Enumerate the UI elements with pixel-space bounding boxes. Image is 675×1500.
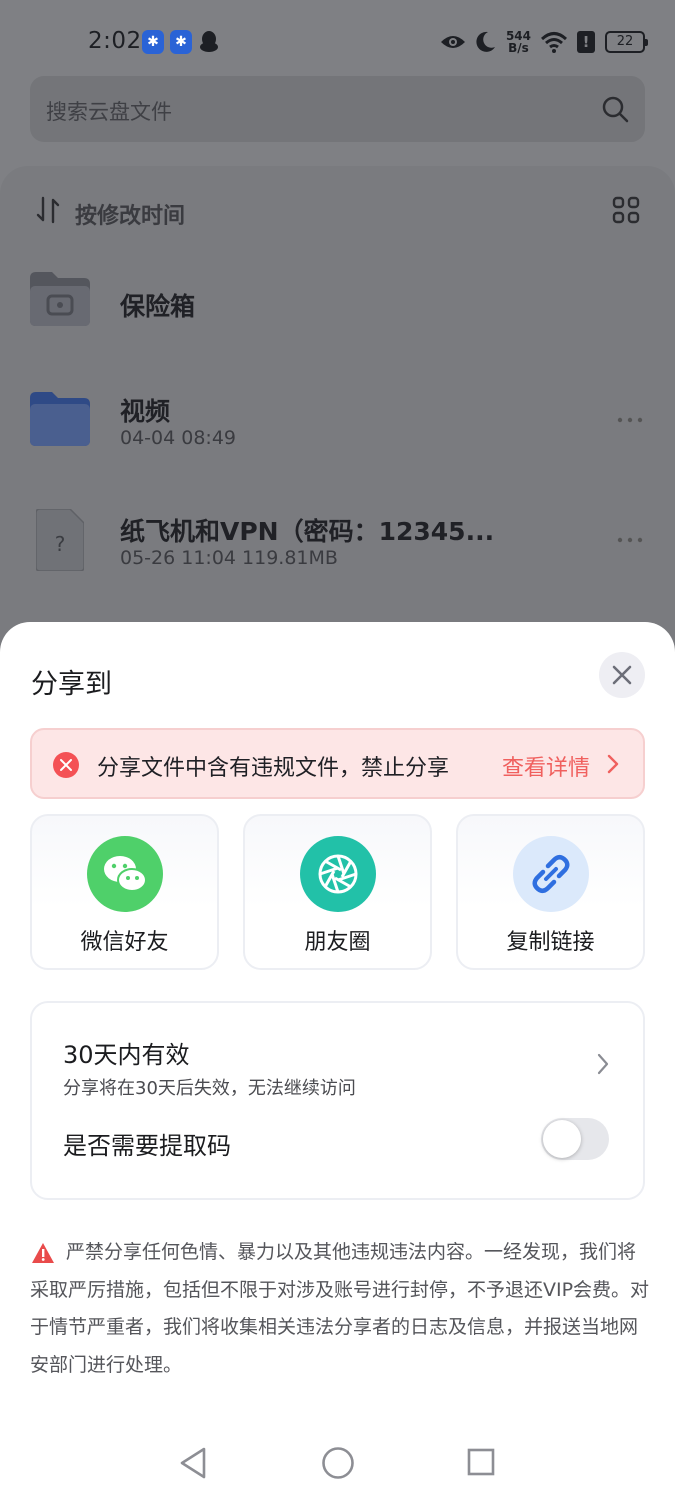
moments-icon [300,836,376,912]
net-speed: 544 B/s [506,30,531,54]
view-details-link[interactable]: 查看详情 [502,750,590,782]
net-speed-unit: B/s [508,41,529,55]
chevron-right-icon[interactable] [596,1052,610,1076]
extract-code-label: 是否需要提取码 [63,1132,231,1160]
search-icon[interactable] [601,95,629,123]
error-icon [53,752,79,778]
chevron-right-icon[interactable] [606,753,620,775]
toggle-knob [543,1120,581,1158]
notification-app-icon: ✱ [170,30,192,54]
vault-folder-icon[interactable] [30,272,90,326]
warning-text: 分享文件中含有违规文件，禁止分享 [97,756,450,781]
notification-app-icon: ✱ [142,30,164,54]
share-wechat-button[interactable]: 微信好友 [30,814,219,970]
nav-home-icon[interactable] [321,1446,355,1480]
search-input[interactable]: 搜索云盘文件 [30,76,645,142]
svg-text:?: ? [55,532,66,556]
share-label: 微信好友 [80,930,169,955]
status-time: 2:02 [88,28,142,54]
close-button[interactable] [599,652,645,698]
file-name[interactable]: 视频 [120,392,170,428]
more-icon[interactable] [616,416,644,424]
moon-icon [476,31,495,52]
share-policy-notice: 严禁分享任何色情、暴力以及其他违规违法内容。一经发现，我们将采取严厉措施，包括但… [30,1241,650,1376]
close-icon [612,665,632,685]
sort-label[interactable]: 按修改时间 [75,198,185,230]
file-name[interactable]: 保险箱 [120,287,195,323]
status-bar: 2:02 ✱ ✱ 544 B/s ! 22 [0,0,675,84]
qq-penguin-icon [200,31,218,52]
more-icon[interactable] [616,536,644,544]
sort-icon[interactable] [36,196,60,224]
wifi-icon [541,32,567,53]
violation-warning-banner: 分享文件中含有违规文件，禁止分享 查看详情 [30,728,645,799]
share-label: 复制链接 [506,930,595,955]
validity-description: 分享将在30天后失效，无法继续访问 [63,1078,356,1099]
share-label: 朋友圈 [304,930,371,955]
extract-code-toggle[interactable] [541,1118,609,1160]
share-sheet: 分享到 分享文件中含有违规文件，禁止分享 查看详情 微信好友 朋友圈 复制链接 … [0,622,675,1500]
search-placeholder: 搜索云盘文件 [46,100,172,124]
file-meta: 04-04 08:49 [120,427,237,449]
alert-icon: ! [577,31,595,53]
sheet-title: 分享到 [31,669,112,700]
unknown-file-icon[interactable]: ? [36,509,84,571]
eye-icon [440,36,465,48]
file-list-panel [0,166,675,666]
file-meta: 05-26 11:04 119.81MB [120,547,338,569]
copy-link-button[interactable]: 复制链接 [456,814,645,970]
nav-recent-icon[interactable] [467,1448,495,1476]
status-icons: 544 B/s ! 22 [440,26,648,58]
share-settings-card: 30天内有效 分享将在30天后失效，无法继续访问 是否需要提取码 [30,1001,645,1200]
validity-title[interactable]: 30天内有效 [63,1035,190,1070]
nav-back-icon[interactable] [178,1446,208,1480]
link-icon [513,836,589,912]
folder-icon[interactable] [30,392,90,446]
grid-view-icon[interactable] [612,196,640,224]
battery-icon: 22 [605,31,648,53]
share-moments-button[interactable]: 朋友圈 [243,814,432,970]
wechat-icon [87,836,163,912]
file-name[interactable]: 纸飞机和VPN（密码：12345... [120,512,494,548]
